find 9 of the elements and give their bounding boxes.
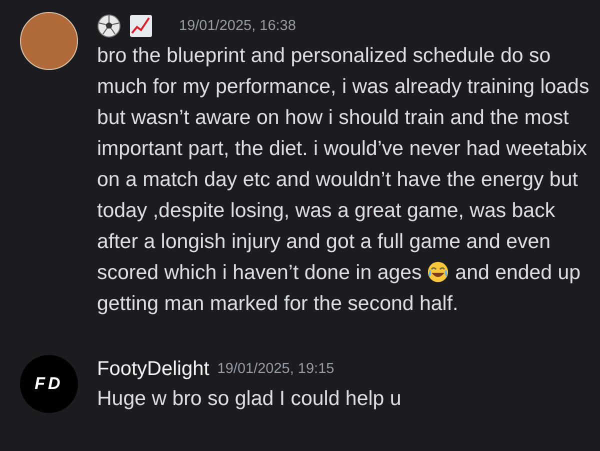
message-text: Huge w bro so glad I could help u: [97, 386, 402, 412]
timestamp: 19/01/2025, 19:15: [217, 361, 334, 377]
avatar-logo: FD: [20, 355, 78, 413]
laughing-face-icon: [427, 261, 450, 283]
chart-up-icon: [129, 14, 153, 38]
soccer-ball-icon: [97, 14, 121, 38]
message-text: bro the blueprint and personalized schedule do so much for my performance, i was already training loads but wasn’t aware on how i should train and the most important part, the diet. i would’ve never had weetabix on a match day etc and wouldn’t have the energy but today ,despite losing, was a great game, was back after a longish injury and got a full game and even scored which i haven’t done in ages and ended up getting man marked for the second half.: [97, 43, 590, 317]
username: FootyDelight: [97, 358, 210, 380]
timestamp: 19/01/2025, 16:38: [179, 18, 296, 34]
